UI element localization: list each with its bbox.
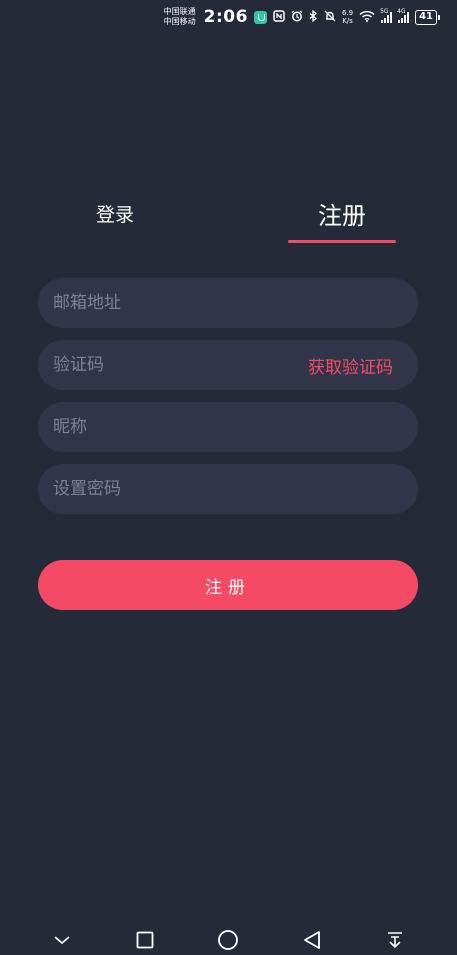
status-bar: 中国联通 中国移动 2:06 6.9 K/s 5G 4G 41 [0, 0, 457, 34]
system-nav-bar [0, 925, 457, 955]
signal-4g-icon: 4G [397, 8, 410, 23]
signal-5g-icon: 5G [380, 8, 393, 23]
chevron-down-icon[interactable] [50, 928, 74, 952]
carrier-names: 中国联通 中国移动 [164, 7, 196, 27]
verification-code-input[interactable] [53, 340, 308, 390]
carrier-2: 中国移动 [163, 17, 196, 26]
tab-register[interactable]: 注册 [288, 196, 396, 246]
wifi-icon [359, 10, 375, 24]
carrier-1: 中国联通 [163, 7, 196, 16]
battery-icon: 41 [415, 9, 440, 25]
email-input[interactable] [53, 278, 403, 328]
network-speed: 6.9 K/s [342, 9, 353, 25]
net-speed-value: 6.9 [341, 9, 354, 17]
nfc-icon [273, 10, 285, 24]
tab-register-label: 注册 [318, 202, 366, 230]
nickname-input[interactable] [53, 402, 403, 452]
clock: 2:06 [203, 7, 248, 27]
nickname-field-container [38, 402, 418, 452]
back-triangle-icon[interactable] [300, 928, 324, 952]
email-field-container [38, 278, 418, 328]
bluetooth-icon [309, 9, 318, 24]
signal-2-tag: 4G [397, 8, 406, 15]
battery-level: 41 [419, 10, 433, 22]
circle-icon[interactable] [216, 928, 240, 952]
mute-bell-icon [324, 10, 336, 24]
register-button[interactable]: 注册 [38, 560, 418, 610]
square-icon[interactable] [133, 928, 157, 952]
download-icon[interactable] [383, 928, 407, 952]
app-notification-icon [253, 10, 267, 24]
active-tab-indicator [288, 240, 396, 243]
tab-login-label: 登录 [95, 204, 134, 226]
get-code-button[interactable]: 获取验证码 [308, 353, 393, 378]
alarm-icon [291, 10, 303, 24]
code-field-container: 获取验证码 [38, 340, 418, 390]
password-field-container [38, 464, 418, 514]
signal-1-tag: 5G [380, 8, 389, 15]
net-speed-unit: K/s [342, 17, 353, 25]
tab-login[interactable]: 登录 [70, 200, 160, 250]
password-input[interactable] [53, 464, 403, 514]
